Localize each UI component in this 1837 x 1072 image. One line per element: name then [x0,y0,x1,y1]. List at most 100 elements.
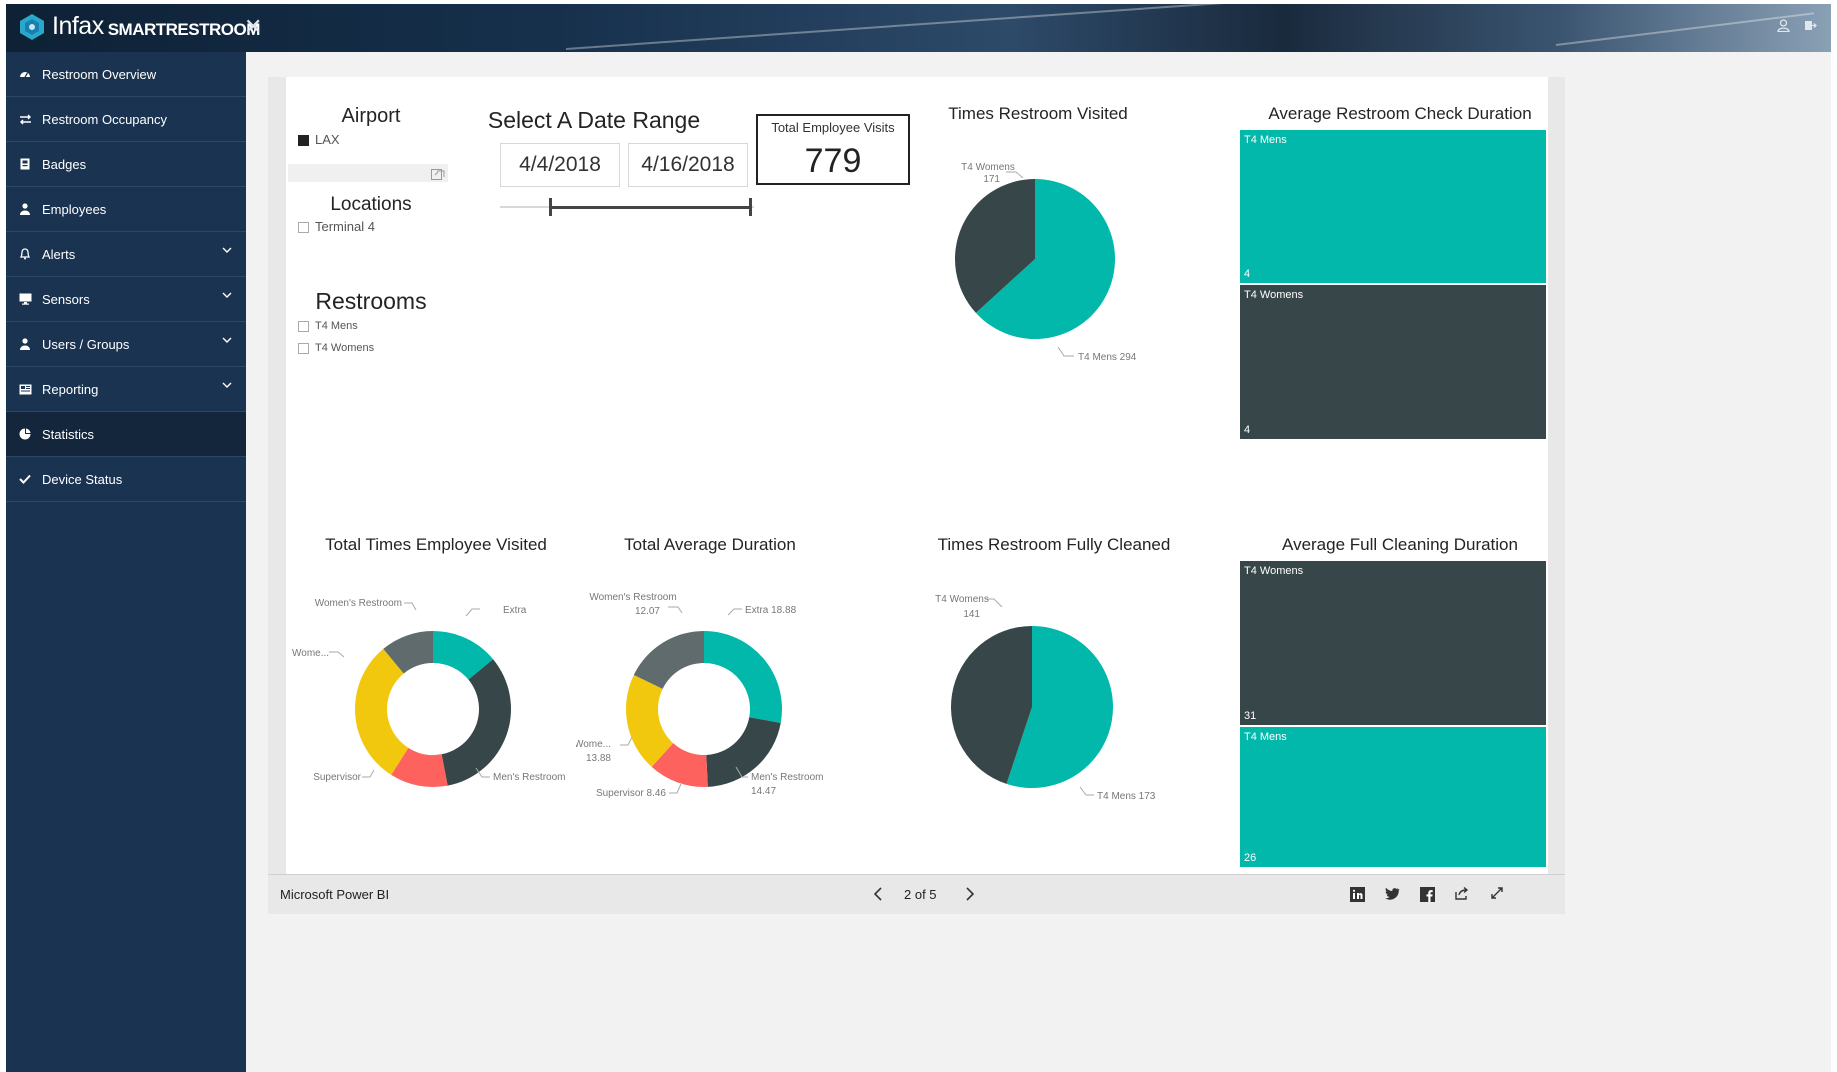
app-frame: Infax SMARTRESTROOM ✕ Restroom Overview … [6,4,1831,1072]
slice-label: Wome... [576,739,611,750]
donut-chart-employee-visited: Women's Restroom Extra Wome... Superviso… [292,598,566,787]
leader-line [404,602,417,611]
sidebar-item-label: Users / Groups [42,336,130,352]
slice-value-label: 171 [983,174,1000,185]
infax-logo-icon [20,13,44,40]
slice-label: Extra 18.88 [745,605,797,616]
chevron-down-icon[interactable] [222,381,232,389]
slice-label: Supervisor [313,772,361,783]
airport-option-lax[interactable]: LAX [298,132,340,147]
sidebar-item-alerts[interactable]: Alerts [6,232,246,277]
focus-mode-icon[interactable] [431,167,445,180]
leader-line [362,769,375,778]
treemap-cell-t4-womens[interactable]: T4 Womens 4 [1240,285,1546,439]
close-icon[interactable]: ✕ [244,14,262,40]
powerbi-report: Airport LAX Locations Terminal 4 Restroo… [268,77,1565,914]
date-slider-start-handle[interactable] [549,198,552,216]
twitter-icon[interactable] [1384,887,1400,901]
treemap-cell-t4-mens[interactable]: T4 Mens 26 [1240,727,1546,867]
location-option-terminal-4[interactable]: Terminal 4 [298,219,375,234]
sidebar-item-users-groups[interactable]: Users / Groups [6,322,246,367]
slice-value-label: 141 [963,609,980,620]
cell-label: T4 Mens [1244,134,1287,146]
next-page-icon[interactable] [964,886,976,902]
chevron-down-icon[interactable] [222,246,232,254]
sidebar-item-restroom-overview[interactable]: Restroom Overview [6,52,246,97]
powerbi-brand: Microsoft Power BI [280,887,390,902]
user-profile-icon[interactable] [1777,19,1790,32]
slice-label: Supervisor 8.46 [596,788,666,799]
chart-title: Times Restroom Fully Cleaned [937,535,1171,554]
slice-value-label: 14.47 [751,786,776,797]
sidebar-item-label: Sensors [42,291,90,307]
sidebar-item-statistics[interactable]: Statistics [6,412,246,457]
slice-extra[interactable] [704,631,782,723]
leader-line [620,736,633,746]
sidebar-item-sensors[interactable]: Sensors [6,277,246,322]
donut-chart-avg-duration: Women's Restroom 12.07 Extra 18.88 Wome.… [576,592,824,799]
date-slider-end-handle[interactable] [749,198,752,216]
slice-label: Women's Restroom [589,592,676,603]
option-label: T4 Womens [315,342,375,354]
slice-label: Men's Restroom [493,772,566,783]
sidebar-item-label: Device Status [42,471,123,487]
checkbox-checked[interactable] [298,135,309,147]
linkedin-icon[interactable] [1350,887,1365,902]
leader-line [669,783,682,794]
sidebar-item-label: Alerts [42,246,76,262]
slice-label: Extra [503,605,527,616]
piechart-icon [18,427,32,441]
slice-label: T4 Mens 294 [1078,352,1137,363]
chevron-down-icon[interactable] [222,291,232,299]
option-label: T4 Mens [315,320,358,332]
slice-label: Wome... [292,648,329,659]
date-range-title: Select A Date Range [487,107,701,133]
slice-label: Women's Restroom [315,598,402,609]
restroom-option-t4-mens[interactable]: T4 Mens [298,320,358,332]
treemap-cell-t4-mens[interactable]: T4 Mens 4 [1240,130,1546,283]
sidebar-item-badges[interactable]: Badges [6,142,246,187]
checkbox[interactable] [298,222,309,234]
bell-icon [18,247,32,261]
report-icon [18,382,32,396]
share-icon[interactable] [1454,886,1470,901]
cell-label: T4 Womens [1244,289,1304,301]
leader-line [1079,786,1094,796]
kpi-card: Total Employee Visits 779 [756,114,910,185]
treemap-cell-t4-womens[interactable]: T4 Womens 31 [1240,561,1546,725]
locations-slicer-title: Locations [330,194,412,215]
start-date-input[interactable]: 4/4/2018 [500,143,620,187]
monitor-icon [18,292,32,306]
brand-name: Infax [52,12,104,40]
checkbox[interactable] [298,342,309,354]
fullscreen-icon[interactable] [1490,886,1504,900]
sidebar-item-restroom-occupancy[interactable]: Restroom Occupancy [6,97,246,142]
kpi-value: 779 [804,142,862,180]
previous-page-icon[interactable] [872,886,884,902]
sidebar-item-reporting[interactable]: Reporting [6,367,246,412]
restroom-option-t4-womens[interactable]: T4 Womens [298,342,374,354]
chevron-down-icon[interactable] [222,336,232,344]
logout-icon[interactable] [1804,19,1817,32]
leader-line [727,608,742,616]
kpi-label: Total Employee Visits [771,120,895,135]
facebook-icon[interactable] [1420,887,1435,902]
pie-slices [951,626,1113,788]
report-canvas: Airport LAX Locations Terminal 4 Restroo… [286,77,1548,874]
end-date-input[interactable]: 4/16/2018 [628,143,748,187]
restrooms-slicer-title: Restrooms [315,288,427,314]
slice-men-s-restroom[interactable] [441,659,511,786]
sidebar-item-employees[interactable]: Employees [6,187,246,232]
cell-label: T4 Mens [1244,731,1287,743]
user-icon [18,202,32,216]
arrows-icon [18,112,32,126]
background-streak [1555,12,1815,46]
option-label: LAX [315,132,340,147]
sidebar-item-label: Restroom Overview [42,66,157,82]
sidebar-item-device-status[interactable]: Device Status [6,457,246,502]
slice-value-label: 12.07 [635,606,660,617]
badge-icon [18,157,32,171]
donut-slices [626,631,782,787]
checkbox[interactable] [298,320,309,332]
product-name: SMARTRESTROOM [107,19,261,39]
